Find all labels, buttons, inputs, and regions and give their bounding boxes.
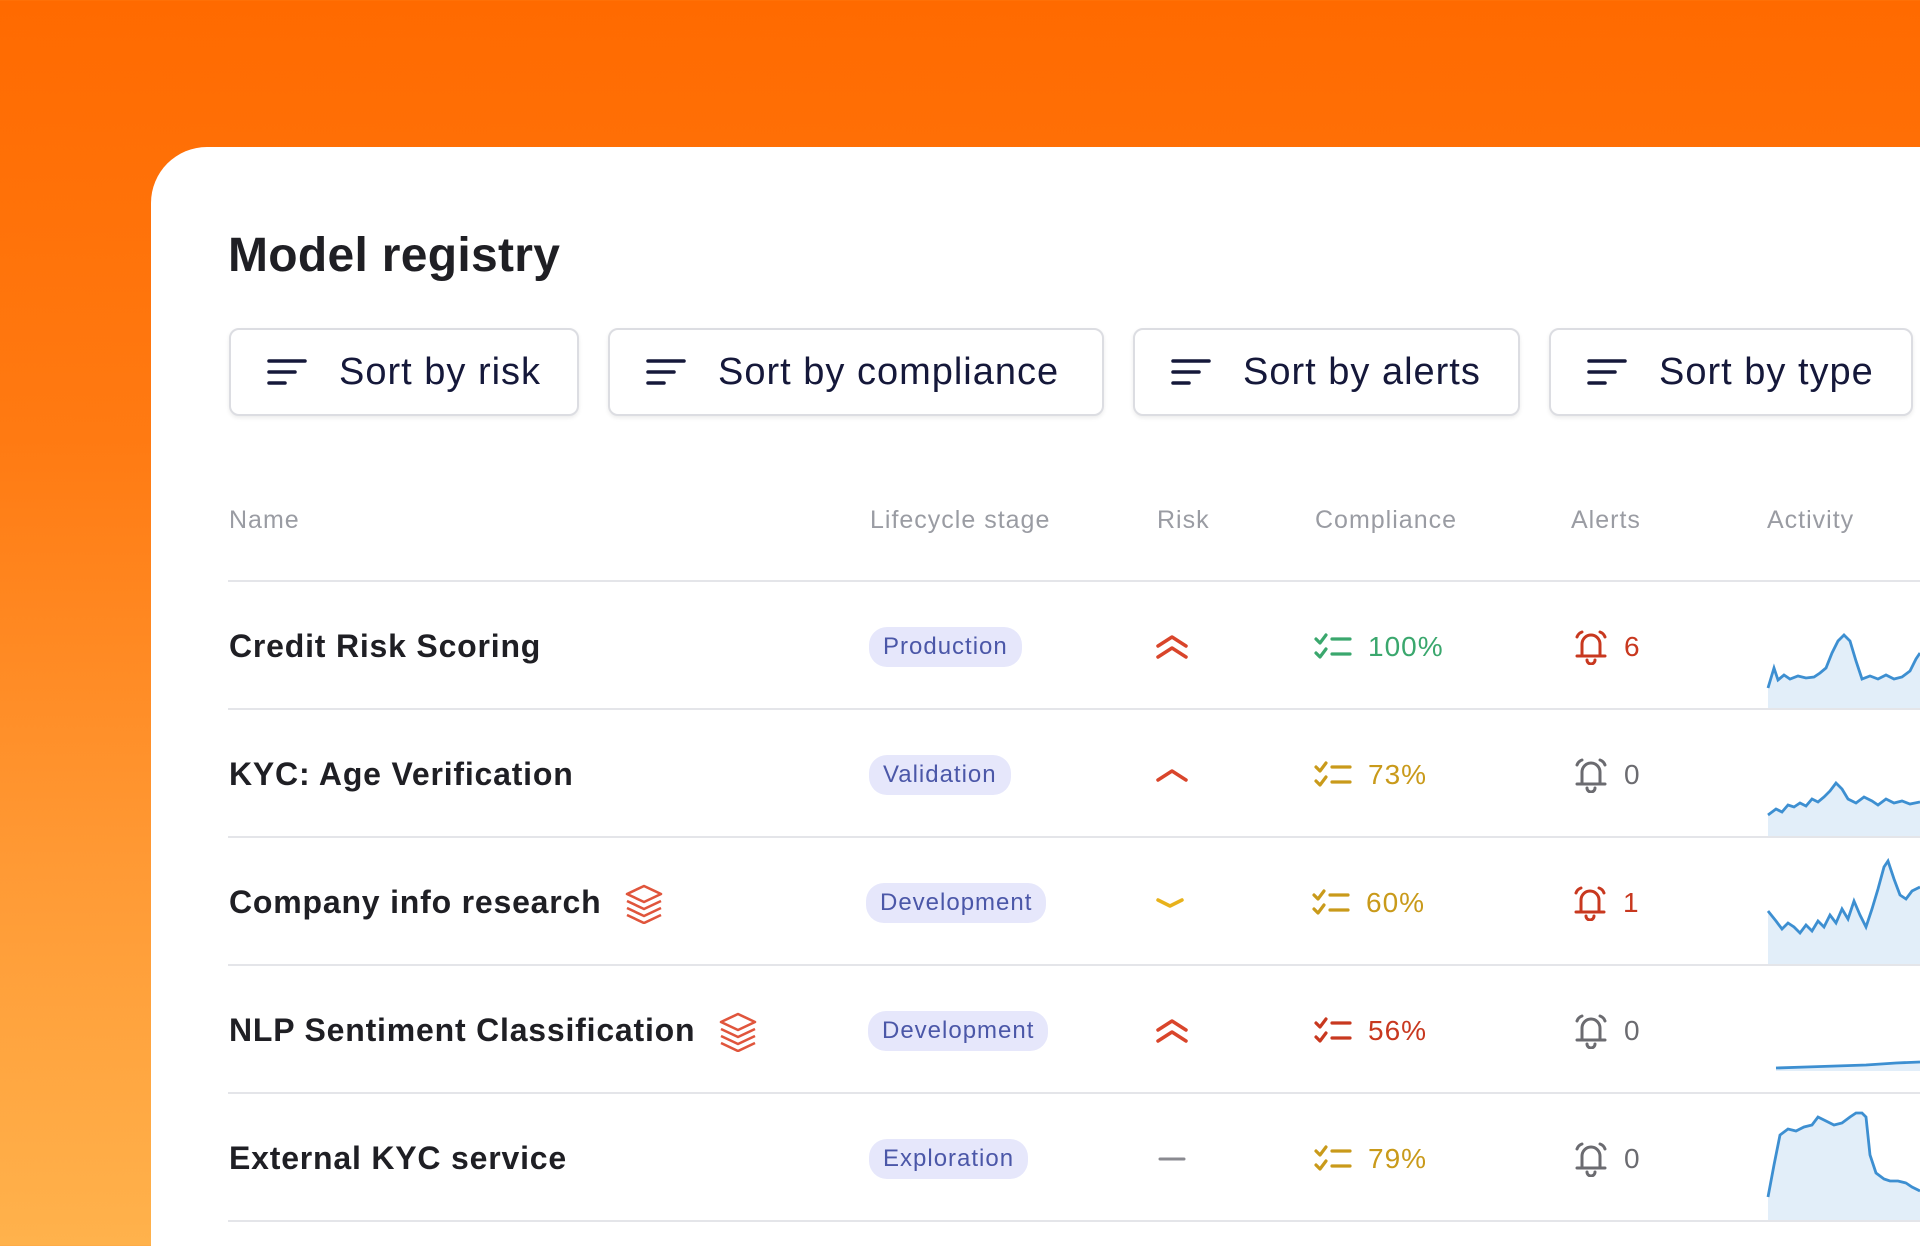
lifecycle-stage-badge: Exploration: [869, 1138, 1029, 1179]
stack-layers-icon: [626, 884, 663, 924]
column-header-activity[interactable]: Activity: [1767, 506, 1854, 535]
table-row[interactable]: NLP Sentiment Classification Development…: [0, 967, 1920, 1094]
model-name[interactable]: External KYC service: [229, 1140, 567, 1177]
bell-icon: [1575, 1014, 1607, 1049]
stack-layers-icon: [720, 1012, 757, 1052]
table-row[interactable]: External KYC service Exploration 79% 0: [0, 1095, 1920, 1222]
model-name[interactable]: Company info research: [229, 884, 601, 921]
sort-by-risk-button[interactable]: Sort by risk: [229, 328, 579, 416]
model-name[interactable]: Credit Risk Scoring: [229, 628, 541, 665]
row-divider: [228, 1220, 1920, 1222]
bell-icon: [1574, 886, 1606, 921]
activity-sparkline: [1766, 1111, 1920, 1222]
alerts-count: 0: [1624, 758, 1640, 790]
activity-sparkline: [1775, 1060, 1920, 1071]
row-divider: [228, 964, 1920, 966]
sort-by-type-label: Sort by type: [1659, 350, 1874, 393]
column-header-alerts[interactable]: Alerts: [1571, 506, 1641, 535]
sort-lines-icon: [267, 357, 307, 387]
page-title: Model registry: [228, 229, 561, 282]
activity-sparkline: [1766, 857, 1920, 966]
column-header-compliance[interactable]: Compliance: [1315, 506, 1457, 535]
chevron-down-icon: [1153, 839, 1187, 966]
double-chevron-up-icon: [1155, 583, 1189, 710]
activity-sparkline: [1767, 780, 1920, 838]
alerts-count: 0: [1624, 1142, 1640, 1174]
sort-lines-icon: [1171, 357, 1211, 387]
chevron-up-icon: [1155, 711, 1189, 838]
compliance-value: 79%: [1368, 1142, 1428, 1174]
sort-by-type-button[interactable]: Sort by type: [1549, 328, 1913, 416]
checklist-icon: [1312, 888, 1350, 915]
row-divider: [228, 708, 1920, 710]
checklist-icon: [1314, 1016, 1352, 1043]
compliance-value: 56%: [1368, 1014, 1428, 1046]
compliance-value: 73%: [1368, 758, 1428, 790]
bell-icon: [1575, 1142, 1607, 1177]
alerts-count: 6: [1624, 630, 1640, 662]
bell-icon: [1575, 630, 1607, 665]
sort-by-compliance-button[interactable]: Sort by compliance: [608, 328, 1104, 416]
table-row[interactable]: Credit Risk Scoring Production 100% 6: [0, 583, 1920, 710]
lifecycle-stage-badge: Validation: [869, 754, 1011, 795]
sort-by-compliance-label: Sort by compliance: [718, 350, 1060, 393]
alerts-count: 0: [1624, 1014, 1640, 1046]
sort-by-alerts-button[interactable]: Sort by alerts: [1133, 328, 1520, 416]
table-row[interactable]: KYC: Age Verification Validation 73% 0: [0, 711, 1920, 838]
column-header-risk[interactable]: Risk: [1157, 506, 1210, 535]
row-divider: [228, 1092, 1920, 1094]
lifecycle-stage-badge: Development: [866, 882, 1047, 923]
checklist-icon: [1314, 760, 1352, 787]
sort-by-alerts-label: Sort by alerts: [1243, 350, 1481, 393]
column-header-lifecycle-stage[interactable]: Lifecycle stage: [870, 506, 1050, 535]
sort-by-risk-label: Sort by risk: [339, 350, 542, 393]
compliance-value: 100%: [1368, 630, 1444, 662]
sort-lines-icon: [1587, 357, 1627, 387]
lifecycle-stage-badge: Development: [868, 1010, 1049, 1051]
row-divider: [228, 836, 1920, 838]
model-name[interactable]: KYC: Age Verification: [229, 756, 574, 793]
lifecycle-stage-badge: Production: [869, 626, 1022, 667]
bell-icon: [1575, 758, 1607, 793]
compliance-value: 60%: [1366, 886, 1426, 918]
column-header-name[interactable]: Name: [229, 506, 300, 535]
checklist-icon: [1314, 632, 1352, 659]
dash-icon: [1155, 1095, 1189, 1222]
checklist-icon: [1314, 1144, 1352, 1171]
double-chevron-up-icon: [1155, 967, 1189, 1094]
sort-lines-icon: [646, 357, 686, 387]
activity-sparkline: [1766, 633, 1920, 710]
model-name[interactable]: NLP Sentiment Classification: [229, 1012, 695, 1049]
header-divider: [228, 580, 1920, 582]
alerts-count: 1: [1623, 886, 1639, 918]
table-row[interactable]: Company info research Development 60% 1: [0, 839, 1920, 966]
